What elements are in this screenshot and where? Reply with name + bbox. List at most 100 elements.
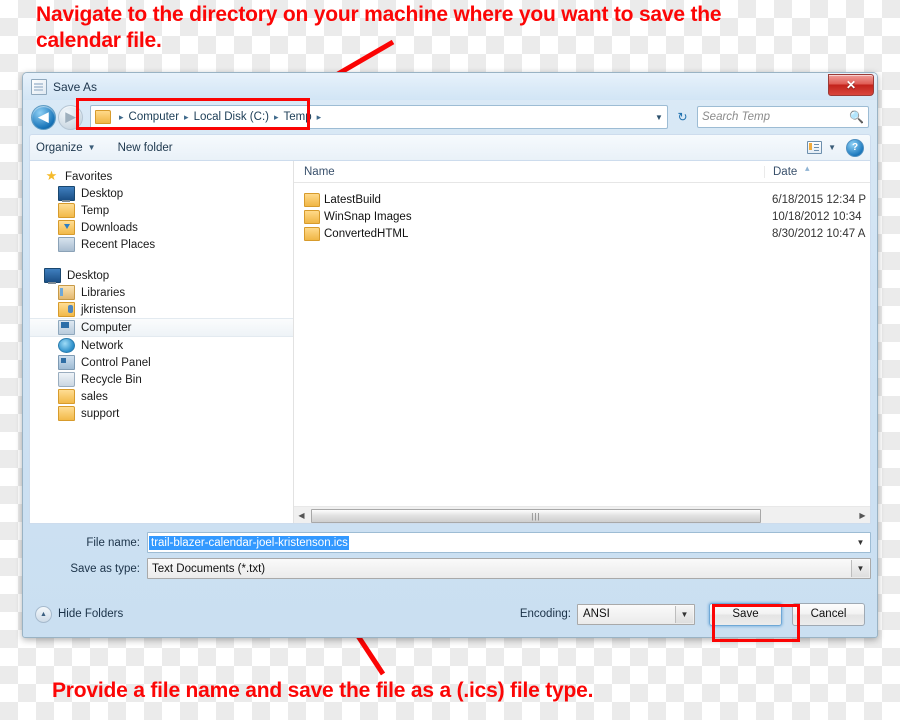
column-header-date[interactable]: ▴ Date	[764, 162, 870, 178]
table-row[interactable]: WinSnap Images 10/18/2012 10:34	[294, 208, 870, 225]
sidebar-item-recent-places[interactable]: Recent Places	[30, 236, 293, 253]
file-list-pane: Name ▴ Date LatestBuild 6/18/2015 12:34 …	[294, 161, 870, 523]
sidebar-item-control-panel[interactable]: Control Panel	[30, 354, 293, 371]
window-title: Save As	[53, 79, 98, 94]
hide-folders-button[interactable]: ▲ Hide Folders	[35, 605, 124, 623]
sidebar-item-label: Downloads	[81, 221, 138, 234]
close-button[interactable]: ✕	[828, 74, 874, 96]
folder-icon	[304, 226, 320, 241]
sort-ascending-icon: ▴	[805, 162, 810, 173]
sidebar-item-network[interactable]: Network	[30, 337, 293, 354]
recent-places-icon	[58, 237, 75, 252]
folder-icon	[304, 209, 320, 224]
sidebar-divider	[30, 253, 293, 267]
file-name-input[interactable]: trail-blazer-calendar-joel-kristenson.ic…	[147, 532, 871, 553]
sidebar-item-desktop[interactable]: Desktop	[30, 185, 293, 202]
chevron-down-icon[interactable]: ▼	[851, 560, 869, 577]
sidebar-item-label: Recent Places	[81, 238, 156, 251]
cancel-button[interactable]: Cancel	[792, 602, 865, 626]
form-area: File name: trail-blazer-calendar-joel-kr…	[29, 532, 871, 579]
column-header-name[interactable]: Name	[294, 166, 764, 178]
title-bar: Save As ✕	[23, 73, 877, 100]
table-row[interactable]: ConvertedHTML 8/30/2012 10:47 A	[294, 225, 870, 242]
user-folder-icon	[58, 302, 75, 317]
breadcrumb-item-temp[interactable]: Temp	[283, 111, 313, 123]
computer-icon	[58, 320, 75, 335]
horizontal-scrollbar[interactable]: ◀ ||| ▶	[294, 506, 870, 523]
encoding-label: Encoding:	[519, 608, 571, 620]
breadcrumb[interactable]: ▸ Computer ▸ Local Disk (C:) ▸ Temp ▸	[91, 110, 651, 124]
sidebar-item-label: Control Panel	[81, 356, 151, 369]
breadcrumb-item-local-disk[interactable]: Local Disk (C:)	[193, 111, 270, 123]
save-as-type-row: Save as type: Text Documents (*.txt) ▼	[29, 558, 871, 579]
sidebar-item-label: Libraries	[81, 286, 126, 299]
scrollbar-thumb[interactable]: |||	[311, 509, 761, 523]
help-icon[interactable]: ?	[846, 138, 864, 157]
annotation-top: Navigate to the directory on your machin…	[36, 3, 722, 53]
search-placeholder: Search Temp	[702, 111, 770, 123]
folder-icon	[58, 389, 75, 404]
sidebar-item-computer[interactable]: Computer	[30, 318, 293, 337]
new-folder-label: New folder	[117, 141, 173, 154]
view-mode-button[interactable]: ▼	[807, 141, 836, 154]
save-as-type-label: Save as type:	[70, 562, 140, 575]
search-input[interactable]: Search Temp 🔍	[697, 106, 869, 128]
scroll-right-icon[interactable]: ▶	[855, 511, 870, 520]
folder-icon	[304, 192, 320, 207]
command-bar: Organize ▼ New folder ▼ ?	[29, 134, 871, 160]
browser-body: ★ Favorites Desktop Temp Downloads Recen…	[29, 160, 871, 524]
scroll-left-icon[interactable]: ◀	[294, 511, 309, 520]
chevron-down-icon[interactable]: ▼	[852, 534, 869, 551]
sidebar-item-label: Computer	[81, 321, 132, 334]
back-button[interactable]: ◀	[31, 104, 56, 130]
list-view-icon	[807, 141, 823, 154]
navigation-pane: ★ Favorites Desktop Temp Downloads Recen…	[30, 161, 294, 523]
desktop-icon	[44, 268, 61, 284]
folder-icon	[58, 203, 75, 218]
save-button[interactable]: Save	[709, 602, 782, 626]
breadcrumb-separator: ▸	[273, 111, 279, 122]
sidebar-item-label: jkristenson	[81, 303, 136, 316]
hide-folders-label: Hide Folders	[58, 608, 124, 620]
network-icon	[58, 338, 75, 353]
control-panel-icon	[58, 355, 75, 370]
organize-button[interactable]: Organize ▼	[36, 142, 96, 154]
refresh-icon[interactable]: ↻	[671, 105, 694, 129]
sidebar-item-jkristenson[interactable]: jkristenson	[30, 301, 293, 318]
sidebar-group-favorites[interactable]: ★ Favorites	[30, 168, 293, 185]
sidebar-item-label: Desktop	[67, 269, 110, 282]
save-as-type-select[interactable]: Text Documents (*.txt) ▼	[147, 558, 871, 579]
scrollbar-track[interactable]: |||	[309, 508, 855, 523]
file-name-cell: WinSnap Images	[294, 209, 764, 224]
encoding-select[interactable]: ANSI ▼	[577, 603, 695, 625]
new-folder-button[interactable]: New folder	[118, 142, 173, 154]
file-name-label: File name:	[86, 536, 140, 549]
sidebar-item-downloads[interactable]: Downloads	[30, 219, 293, 236]
star-icon: ★	[45, 168, 58, 183]
address-bar[interactable]: ▸ Computer ▸ Local Disk (C:) ▸ Temp ▸ ▼	[90, 105, 668, 129]
downloads-icon	[58, 220, 75, 235]
annotation-bottom: Provide a file name and save the file as…	[52, 679, 594, 702]
file-name-label: WinSnap Images	[324, 210, 412, 223]
sidebar-group-desktop[interactable]: Desktop	[30, 267, 293, 284]
save-as-type-value: Text Documents (*.txt)	[152, 562, 266, 575]
chevron-down-icon[interactable]: ▼	[651, 113, 667, 122]
file-date-cell: 6/18/2015 12:34 P	[772, 193, 866, 206]
breadcrumb-item-computer[interactable]: Computer	[128, 111, 181, 123]
sidebar-item-libraries[interactable]: Libraries	[30, 284, 293, 301]
forward-button[interactable]: ▶	[58, 104, 83, 130]
sidebar-item-sales[interactable]: sales	[30, 388, 293, 405]
sidebar-item-support[interactable]: support	[30, 405, 293, 422]
table-row[interactable]: LatestBuild 6/18/2015 12:34 P	[294, 191, 870, 208]
file-name-cell: ConvertedHTML	[294, 226, 764, 241]
folder-icon	[95, 110, 111, 124]
sidebar-item-recycle-bin[interactable]: Recycle Bin	[30, 371, 293, 388]
breadcrumb-separator: ▸	[316, 111, 322, 122]
chevron-down-icon: ▼	[675, 605, 693, 623]
command-bar-right: ▼ ?	[807, 138, 864, 157]
sidebar-item-temp[interactable]: Temp	[30, 202, 293, 219]
file-name-label: LatestBuild	[324, 193, 381, 206]
folder-icon	[58, 406, 75, 421]
encoding-value: ANSI	[583, 608, 610, 620]
window-icon	[31, 78, 47, 95]
